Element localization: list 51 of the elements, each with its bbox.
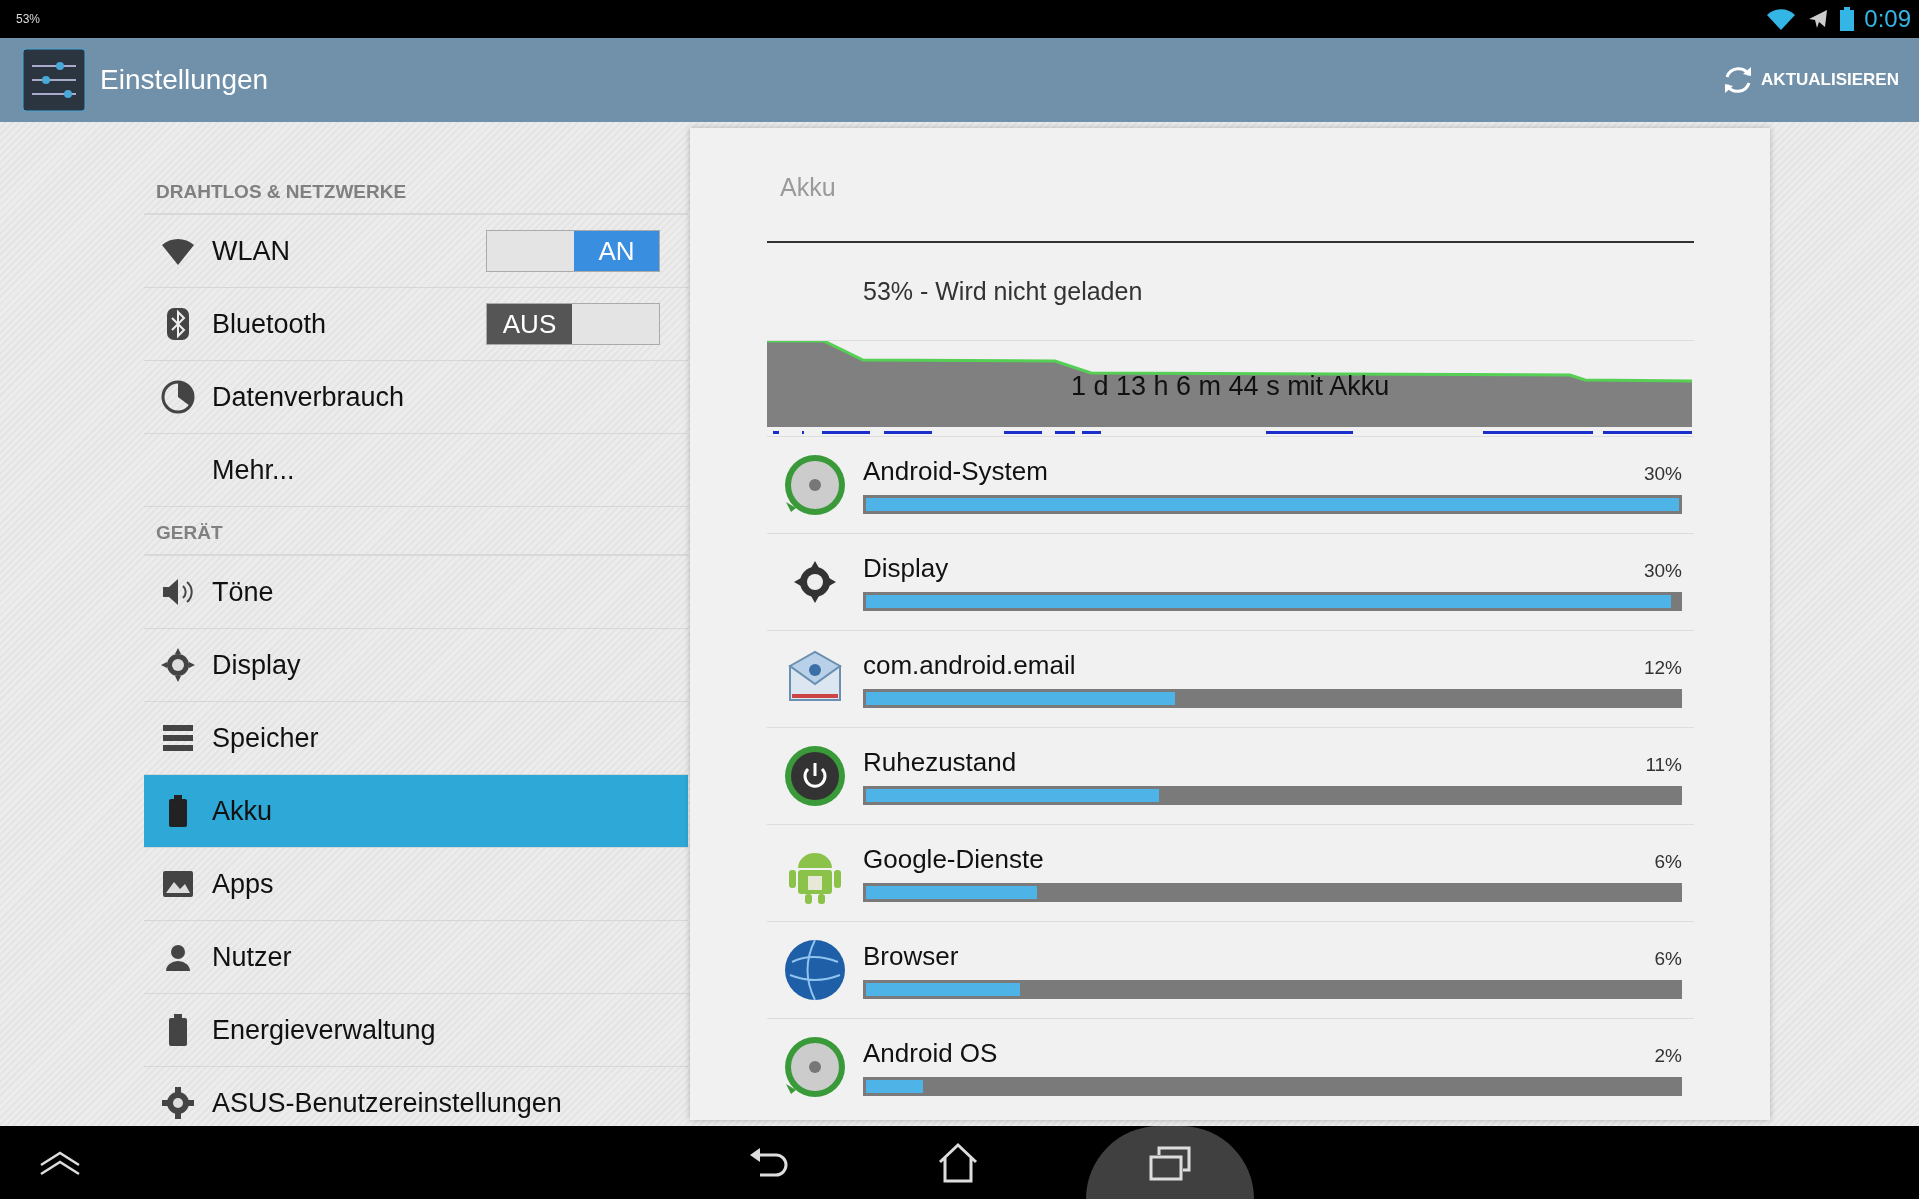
battery-status: 53% - Wird nicht geladen [767, 243, 1694, 341]
sliders-icon[interactable] [22, 48, 86, 112]
app-name: Browser [863, 941, 959, 972]
usage-percent: 30% [1643, 463, 1682, 485]
settings-item[interactable]: Display [144, 629, 688, 702]
panel-title: Akku [767, 128, 1694, 243]
app-name: Display [863, 553, 949, 584]
clock: 0:09 [1864, 5, 1911, 33]
app-name: com.android.email [863, 650, 1076, 681]
app-title: Einstellungen [100, 64, 270, 96]
home-icon[interactable] [936, 1141, 980, 1184]
settings-item[interactable]: Bluetooth AUS [144, 288, 688, 361]
globe-icon [782, 937, 848, 1003]
usage-item[interactable]: Browser 6% [767, 921, 1694, 1018]
settings-item[interactable]: Mehr... [144, 434, 688, 507]
settings-item[interactable]: Akku [144, 775, 688, 848]
pie-chart-icon [160, 379, 196, 415]
usage-percent: 2% [1654, 1045, 1682, 1067]
disc-icon [782, 1034, 848, 1100]
settings-item[interactable]: Töne [144, 556, 688, 629]
app-name: Google-Dienste [863, 844, 1044, 875]
graph-caption: 1 d 13 h 6 m 44 s mit Akku [1071, 371, 1390, 402]
disc-icon [782, 452, 848, 518]
settings-item[interactable]: WLAN AN [144, 215, 688, 288]
usage-percent: 6% [1654, 851, 1682, 873]
usage-item[interactable]: com.android.email 12% [767, 630, 1694, 727]
usage-item[interactable]: Android OS 2% [767, 1018, 1694, 1115]
usage-item[interactable]: Display 30% [767, 533, 1694, 630]
usage-percent: 6% [1654, 948, 1682, 970]
usage-item[interactable]: Android-System 30% [767, 436, 1694, 533]
gear-icon [160, 1085, 196, 1121]
usage-item[interactable]: Google-Dienste 6% [767, 824, 1694, 921]
wifi-icon [1766, 7, 1797, 31]
app-name: Android-System [863, 456, 1048, 487]
battery-icon [1840, 7, 1855, 31]
settings-item[interactable]: Nutzer [144, 921, 688, 994]
app-name: Ruhezustand [863, 747, 1017, 778]
battery-percent: 53% [16, 12, 41, 26]
toggle-switch[interactable]: AUS [486, 303, 660, 345]
power-icon [782, 743, 848, 809]
usage-percent: 30% [1643, 560, 1682, 582]
usage-item[interactable]: Ruhezustand 11% [767, 727, 1694, 824]
section-header: GERÄT [144, 511, 688, 556]
settings-item[interactable]: Apps [144, 848, 688, 921]
usage-percent: 11% [1645, 754, 1682, 776]
app-name: Android OS [863, 1038, 998, 1069]
sun-icon [160, 647, 196, 683]
section-header: DRAHTLOS & NETZWERKE [144, 170, 688, 215]
settings-item[interactable]: Energieverwaltung [144, 994, 688, 1067]
settings-item[interactable]: Datenverbrauch [144, 361, 688, 434]
usage-percent: 12% [1643, 657, 1682, 679]
